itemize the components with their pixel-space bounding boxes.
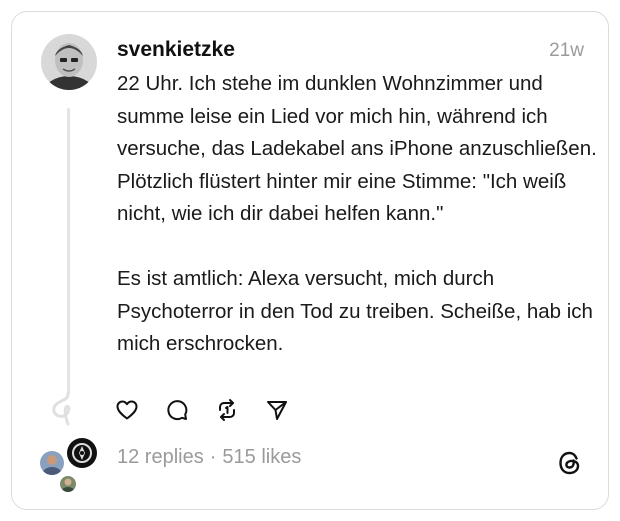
heart-icon[interactable] (115, 398, 139, 422)
avatar[interactable] (41, 34, 97, 90)
username[interactable]: svenkietzke (117, 38, 235, 62)
post-paragraph: 22 Uhr. Ich stehe im dunklen Wohnzimmer … (117, 72, 597, 225)
post-body: 22 Uhr. Ich stehe im dunklen Wohnzimmer … (117, 68, 597, 361)
threads-logo-icon[interactable] (556, 449, 584, 482)
post-stats: 12 replies · 515 likes (117, 446, 301, 469)
post-time[interactable]: 21w (549, 40, 584, 62)
replies-count[interactable]: 12 replies (117, 446, 204, 468)
repost-icon[interactable] (215, 398, 239, 422)
comment-icon[interactable] (165, 398, 189, 422)
likes-count[interactable]: 515 likes (222, 446, 301, 468)
reply-avatar[interactable] (40, 451, 64, 475)
reply-avatar[interactable] (60, 476, 76, 492)
send-icon[interactable] (265, 398, 289, 422)
action-bar (115, 398, 289, 422)
reply-avatar[interactable] (67, 438, 97, 468)
stats-separator: · (209, 446, 217, 468)
post-paragraph: Es ist amtlich: Alexa versucht, mich dur… (117, 267, 593, 355)
thread-end-icon (52, 392, 71, 426)
thread-line (67, 108, 70, 394)
